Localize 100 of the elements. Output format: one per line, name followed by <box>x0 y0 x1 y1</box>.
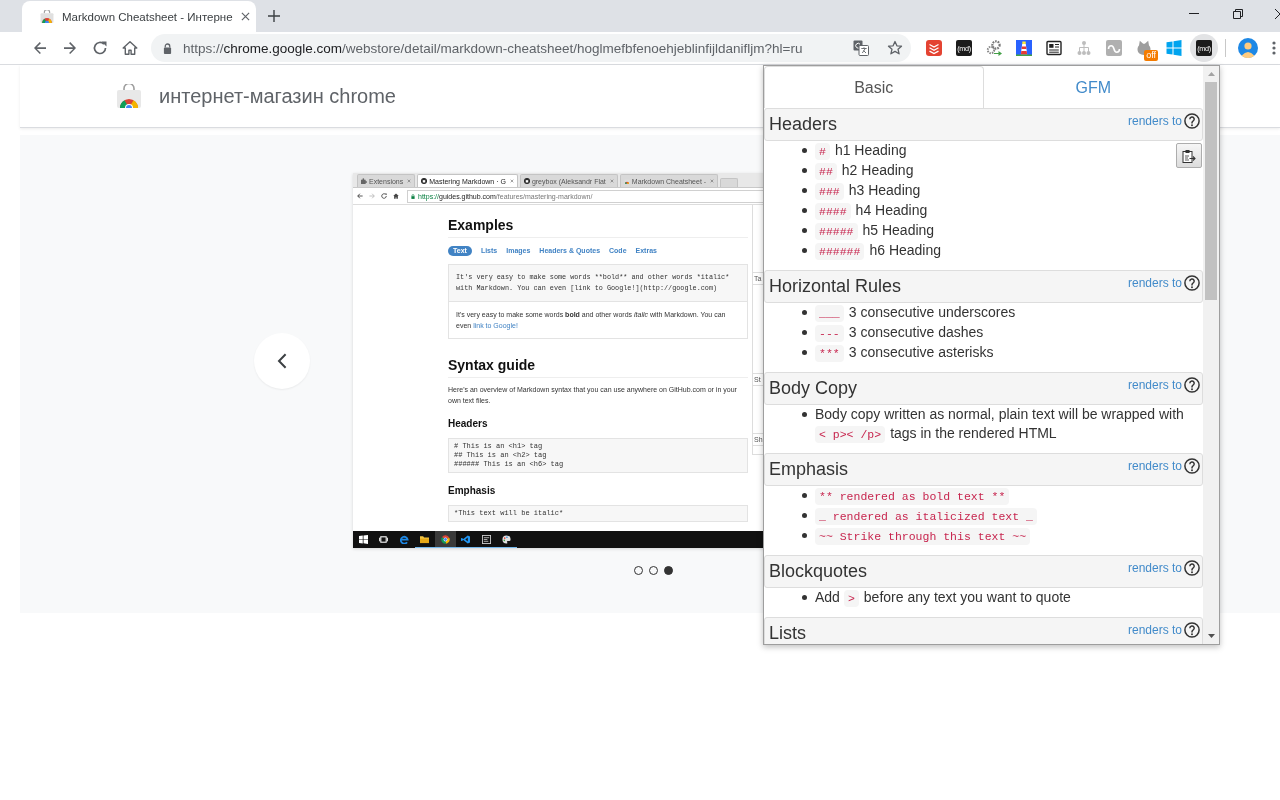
bullet-icon <box>802 188 807 193</box>
item-text: Body copy written as normal, plain text will be wrapped with <box>815 406 1184 422</box>
close-icon[interactable] <box>1275 9 1280 19</box>
code-snippet: ###### <box>815 243 865 260</box>
section-title: Blockquotes <box>769 560 868 583</box>
code-snippet: ___ <box>815 305 844 322</box>
four-panes-icon <box>1166 40 1182 56</box>
round-logo-icon <box>421 178 428 184</box>
code-snippet: ** rendered as bold text ** <box>815 488 1010 505</box>
four-panes-icon <box>358 535 368 544</box>
renders-to-link[interactable]: renders to <box>1127 458 1200 474</box>
code-snippet: > <box>843 590 859 607</box>
new-tab-icon[interactable] <box>268 10 280 22</box>
code-snippet: ##### <box>815 223 858 240</box>
restore-icon[interactable] <box>1233 9 1243 19</box>
code-snippet: ~~ Strike through this text ~~ <box>815 528 1031 545</box>
code-snippet: _ rendered as italicized text _ <box>815 508 1037 525</box>
bullet-icon <box>802 310 807 315</box>
item-text: h6 Heading <box>869 242 942 258</box>
question-circle-icon <box>1184 377 1200 393</box>
gears-icon <box>986 40 1002 56</box>
item-text: h5 Heading <box>862 222 935 238</box>
extension-badge: off <box>1144 50 1158 61</box>
code-snippet: < p>< /p> <box>815 426 886 443</box>
palette-icon <box>502 535 512 544</box>
code-snippet: ## <box>815 163 837 180</box>
newspaper-icon <box>1046 40 1062 56</box>
menu-icon[interactable] <box>1272 40 1276 56</box>
bullet-icon <box>802 350 807 355</box>
back-icon[interactable] <box>357 193 363 199</box>
round-logo-icon <box>523 178 530 184</box>
section-title: Headers <box>769 113 838 136</box>
code-snippet: #### <box>815 203 851 220</box>
tree-icon <box>1076 40 1092 56</box>
avatar-icon[interactable] <box>1238 38 1258 58</box>
item-text: Add <box>815 589 840 605</box>
reload-icon[interactable] <box>92 40 108 56</box>
bullet-icon <box>802 330 807 335</box>
bullet-icon <box>802 168 807 173</box>
code-snippet: ### <box>815 183 844 200</box>
renders-to-link[interactable]: renders to <box>1127 560 1200 576</box>
bullet-icon <box>802 248 807 253</box>
reload-icon[interactable] <box>381 193 387 199</box>
star-icon[interactable] <box>887 40 903 56</box>
scroll-down-arrow-icon[interactable] <box>1207 634 1215 638</box>
clipboard-icon <box>1182 148 1196 163</box>
section-heading: Emphasis <box>448 484 497 498</box>
section-title: Horizontal Rules <box>769 275 902 298</box>
question-circle-icon <box>1184 113 1200 129</box>
section-title: Emphasis <box>769 458 849 481</box>
copy-button[interactable] <box>1176 143 1202 168</box>
question-circle-icon <box>1184 622 1200 638</box>
close-icon[interactable] <box>240 12 250 21</box>
bag-logo-icon[interactable] <box>116 84 142 108</box>
item-text: h4 Heading <box>855 202 928 218</box>
scrollbar[interactable] <box>1203 66 1219 644</box>
section-title: Body Copy <box>769 377 858 400</box>
item-text: before any text you want to quote <box>863 589 1071 605</box>
bullet-icon <box>802 533 807 538</box>
carousel-dot[interactable] <box>663 566 673 575</box>
puzzle-icon <box>361 178 367 184</box>
section-title: Lists <box>769 622 806 644</box>
lighthouse-icon <box>1016 40 1032 56</box>
bullet-icon <box>802 148 807 153</box>
address-bar[interactable]: https://chrome.google.com/webstore/detail/markdown-cheatsheet/hoglmefbfenoehjeblinfijldanifljm?hl=ru <box>151 34 911 62</box>
code-snippet: *** <box>815 345 844 362</box>
renders-to-link[interactable]: renders to <box>1127 622 1200 638</box>
renders-to-link[interactable]: renders to <box>1127 113 1200 129</box>
chevron-left-icon <box>277 352 287 369</box>
item-text: 3 consecutive dashes <box>848 324 984 340</box>
page-heading: Syntax guide <box>448 357 748 378</box>
question-circle-icon <box>1184 275 1200 291</box>
store-title[interactable]: интернет-магазин chrome <box>159 84 396 108</box>
home-icon[interactable] <box>393 193 399 199</box>
taskbar-button[interactable] <box>435 531 456 548</box>
renders-to-link[interactable]: renders to <box>1127 275 1200 291</box>
item-text: tags in the rendered HTML <box>890 425 1057 441</box>
ribbon-icon <box>461 535 471 544</box>
folder-icon <box>420 535 430 544</box>
stack-icon <box>926 40 942 56</box>
item-text: 3 consecutive underscores <box>848 304 1016 320</box>
home-icon[interactable] <box>122 40 138 56</box>
bullet-icon <box>802 493 807 498</box>
bullet-icon <box>802 513 807 518</box>
code-snippet: # <box>815 143 830 160</box>
extension-button[interactable]: off <box>1130 34 1158 62</box>
bullet-icon <box>802 208 807 213</box>
question-circle-icon <box>1184 458 1200 474</box>
question-circle-icon <box>1184 560 1200 576</box>
browser-tab[interactable]: Markdown Cheatsheet - Интерне <box>22 1 256 32</box>
tab[interactable]: Basic <box>764 66 984 108</box>
bullet-icon <box>802 412 807 417</box>
forward-icon[interactable] <box>62 40 78 56</box>
e-logo-icon <box>399 535 409 544</box>
translate-icon[interactable] <box>853 40 869 56</box>
renders-to-link[interactable]: renders to <box>1127 377 1200 393</box>
back-icon[interactable] <box>32 40 48 56</box>
section-heading: Headers <box>448 417 489 431</box>
scrollbar-thumb[interactable] <box>1205 82 1217 300</box>
item-text: h2 Heading <box>841 162 914 178</box>
